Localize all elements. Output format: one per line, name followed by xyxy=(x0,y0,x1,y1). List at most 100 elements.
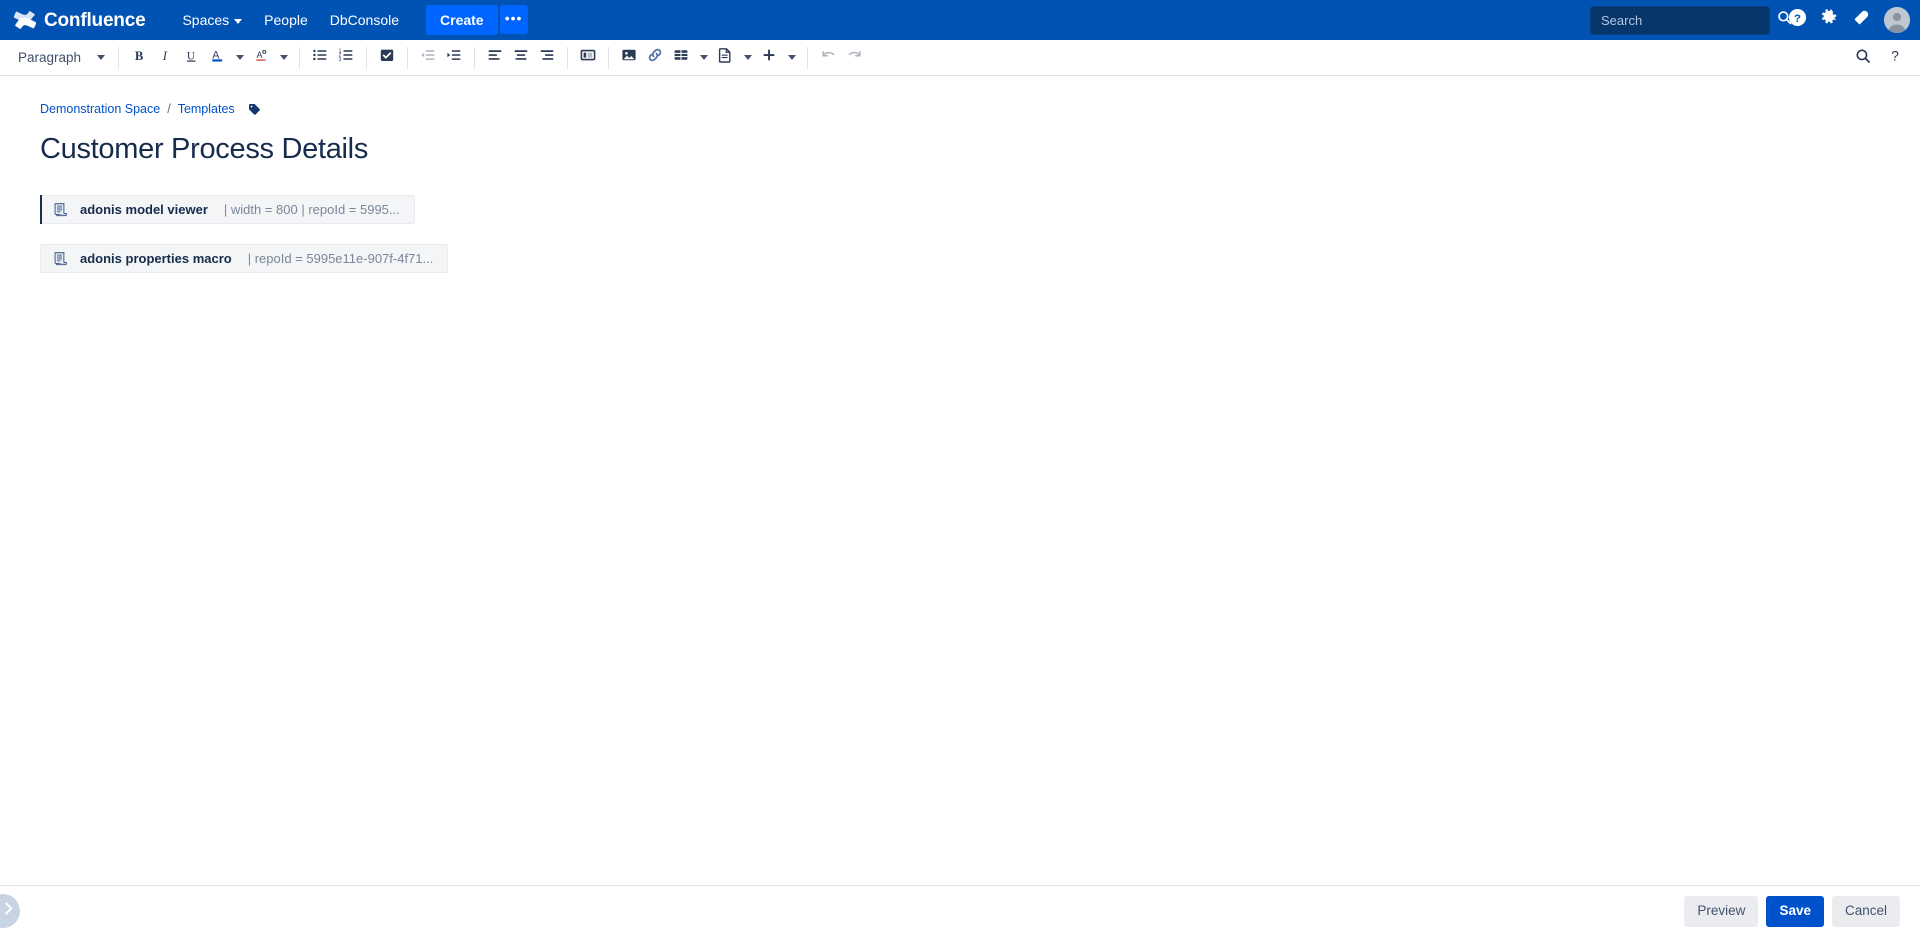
text-highlight-dropdown[interactable] xyxy=(276,45,292,71)
outdent-icon xyxy=(420,47,436,68)
avatar[interactable] xyxy=(1884,7,1910,33)
underline-button[interactable]: U xyxy=(178,45,204,71)
undo-icon xyxy=(820,47,837,69)
nav-item-people-label: People xyxy=(264,12,308,28)
svg-text:U: U xyxy=(186,50,194,62)
redo-button[interactable] xyxy=(841,45,867,71)
breadcrumb-separator: / xyxy=(167,102,171,116)
redo-icon xyxy=(846,47,863,69)
breadcrumb-item-templates[interactable]: Templates xyxy=(178,102,235,116)
create-button[interactable]: Create xyxy=(426,4,498,36)
insert-image-button[interactable] xyxy=(616,45,642,71)
macro-params-label: | repoId = 5995e11e-907f-4f71... xyxy=(247,250,434,266)
svg-text:B: B xyxy=(134,49,143,63)
svg-text:I: I xyxy=(161,49,167,63)
editor-toolbar: Paragraph B I U A A 1 2 3 ? xyxy=(0,40,1920,76)
align-center-icon xyxy=(513,47,529,68)
macro-placeholder-adonis-model-viewer[interactable]: adonis model viewer | width = 800 | repo… xyxy=(40,194,415,224)
align-right-icon xyxy=(539,47,555,68)
checkbox-icon xyxy=(379,47,395,68)
page-layout-button[interactable] xyxy=(575,45,601,71)
underline-icon: U xyxy=(184,48,199,68)
text-highlight-button[interactable]: A xyxy=(248,45,274,71)
nav-item-dbconsole[interactable]: DbConsole xyxy=(319,6,410,34)
chevron-down-icon xyxy=(234,18,243,24)
label-tag-icon[interactable] xyxy=(248,103,261,116)
paragraph-style-select[interactable]: Paragraph xyxy=(10,46,111,69)
toolbar-divider xyxy=(807,46,809,69)
bullet-list-button[interactable] xyxy=(307,45,333,71)
table-icon xyxy=(673,47,689,68)
page-title[interactable]: Customer Process Details xyxy=(40,132,1920,167)
help-button[interactable]: ? xyxy=(1782,5,1812,35)
italic-icon: I xyxy=(158,48,173,68)
highlighter-icon: A xyxy=(254,47,269,68)
macro-name-label: adonis model viewer xyxy=(80,201,208,217)
nav-item-dbconsole-label: DbConsole xyxy=(329,12,400,28)
bullet-list-icon xyxy=(312,47,328,68)
macro-name-label: adonis properties macro xyxy=(80,250,232,266)
insert-more-dropdown[interactable] xyxy=(784,45,800,71)
macro-placeholder-icon xyxy=(53,251,68,266)
nav-item-spaces[interactable]: Spaces xyxy=(171,6,253,34)
svg-text:?: ? xyxy=(1794,13,1801,25)
preview-button[interactable]: Preview xyxy=(1684,896,1759,927)
insert-template-dropdown[interactable] xyxy=(740,45,756,71)
confluence-logo-icon xyxy=(13,9,37,31)
create-more-button[interactable]: ••• xyxy=(499,5,528,35)
svg-text:A: A xyxy=(256,50,262,60)
find-replace-button[interactable] xyxy=(1850,45,1876,71)
confluence-brand[interactable]: Confluence xyxy=(13,9,146,31)
notifications-button[interactable] xyxy=(1846,5,1876,35)
global-nav-right-group: ? xyxy=(1590,0,1910,40)
chevron-down-icon xyxy=(236,55,245,60)
align-left-button[interactable] xyxy=(482,45,508,71)
nav-item-people[interactable]: People xyxy=(253,6,319,34)
align-center-button[interactable] xyxy=(508,45,534,71)
sidebar-expand-toggle[interactable] xyxy=(0,894,20,928)
nav-item-spaces-label: Spaces xyxy=(182,12,230,28)
global-search-box[interactable] xyxy=(1590,5,1792,35)
ellipsis-icon: ••• xyxy=(504,9,523,26)
search-input[interactable] xyxy=(1601,12,1777,28)
bold-button[interactable]: B xyxy=(126,45,152,71)
align-right-button[interactable] xyxy=(534,45,560,71)
outdent-button[interactable] xyxy=(415,45,441,71)
italic-button[interactable]: I xyxy=(152,45,178,71)
svg-text:?: ? xyxy=(1891,48,1899,64)
cancel-button[interactable]: Cancel xyxy=(1831,896,1900,927)
text-color-dropdown[interactable] xyxy=(232,45,248,71)
global-navigation-bar: Confluence Spaces People DbConsole Creat… xyxy=(0,0,1920,40)
save-button[interactable]: Save xyxy=(1766,896,1824,927)
toolbar-divider xyxy=(567,46,569,69)
task-list-button[interactable] xyxy=(374,45,400,71)
image-icon xyxy=(621,47,637,68)
text-color-button[interactable]: A xyxy=(204,45,230,71)
undo-button[interactable] xyxy=(815,45,841,71)
insert-table-dropdown[interactable] xyxy=(696,45,712,71)
primary-nav-items: Spaces People DbConsole xyxy=(171,6,410,34)
link-icon xyxy=(647,47,663,68)
editor-help-button[interactable]: ? xyxy=(1882,45,1908,71)
text-color-icon: A xyxy=(210,47,225,68)
question-mark-icon: ? xyxy=(1887,47,1903,69)
toolbar-divider xyxy=(474,46,476,69)
macro-placeholder-adonis-properties-macro[interactable]: adonis properties macro | repoId = 5995e… xyxy=(40,243,449,273)
settings-button[interactable] xyxy=(1814,5,1844,35)
chevron-down-icon xyxy=(97,55,106,60)
chevron-right-icon xyxy=(1,901,16,921)
macro-placeholder-list: adonis model viewer | width = 800 | repo… xyxy=(40,194,1920,273)
breadcrumb-item-space[interactable]: Demonstration Space xyxy=(40,102,160,116)
editor-footer-bar: Preview Save Cancel xyxy=(0,885,1920,937)
editor-page-body: Demonstration Space / Templates Customer… xyxy=(0,76,1920,937)
insert-link-button[interactable] xyxy=(642,45,668,71)
insert-template-button[interactable] xyxy=(712,45,738,71)
chevron-down-icon xyxy=(280,55,289,60)
insert-more-button[interactable] xyxy=(756,45,782,71)
numbered-list-button[interactable]: 1 2 3 xyxy=(333,45,359,71)
insert-table-button[interactable] xyxy=(668,45,694,71)
indent-button[interactable] xyxy=(441,45,467,71)
editor-content-area[interactable]: Demonstration Space / Templates Customer… xyxy=(0,76,1920,273)
gear-icon xyxy=(1820,8,1839,32)
macro-params-label: | width = 800 | repoId = 5995... xyxy=(223,201,400,217)
